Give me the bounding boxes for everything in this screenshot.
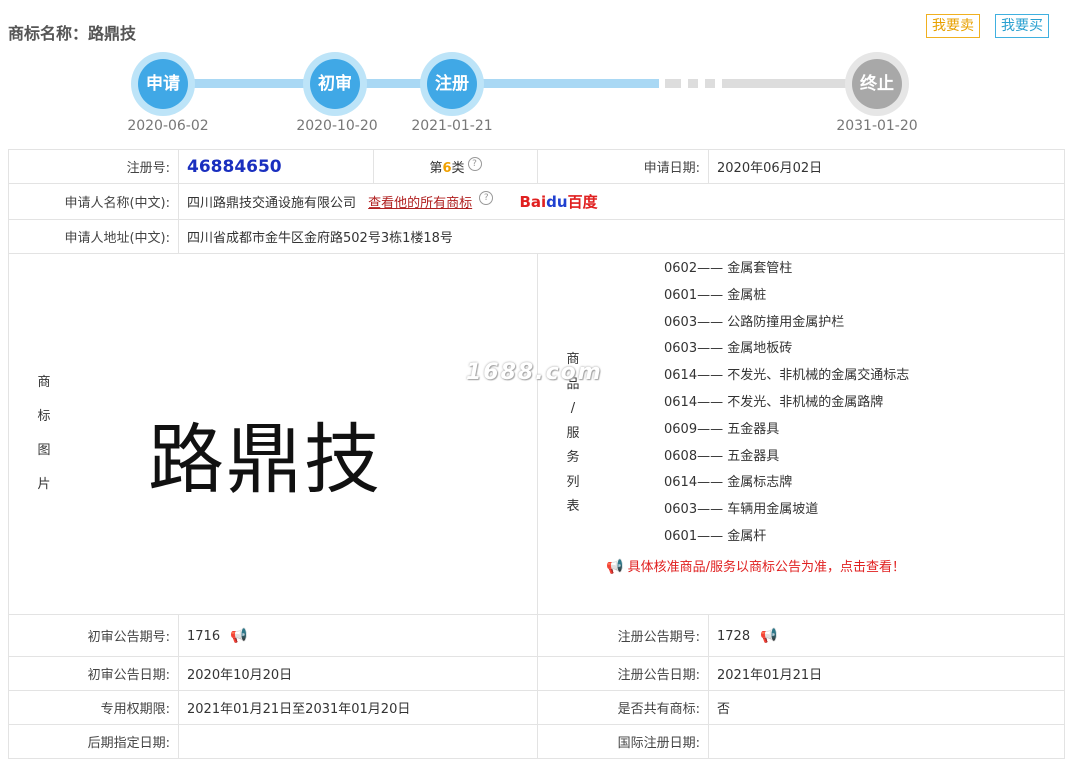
announcement-horn-icon[interactable]: 📢 [760, 628, 777, 644]
exclusive-period-value: 2021年01月21日至2031年01月20日 [178, 690, 538, 725]
prelim-date-value: 2020年10月20日 [178, 656, 538, 691]
timeline-node-prelim: 初审 [303, 52, 367, 116]
timeline-date: 2021-01-21 [411, 118, 493, 134]
list-item: 0614—— 金属标志牌 [664, 475, 793, 491]
timeline-date: 2031-01-20 [836, 118, 918, 134]
timeline-dash [705, 79, 715, 88]
reg-pub-no-label: 注册公告期号: [537, 614, 709, 657]
reg-no-label: 注册号: [8, 149, 179, 184]
watermark-text: 1688.com [466, 360, 603, 385]
sell-button[interactable]: 我要卖 [926, 14, 980, 38]
class-prefix: 第 [429, 161, 443, 176]
timeline-date: 2020-10-20 [296, 118, 378, 134]
goods-notice-text: 具体核准商品/服务以商标公告为准，点击查看！ [627, 560, 905, 575]
baidu-logo-cn: 百度 [567, 193, 598, 211]
class-number: 6 [442, 161, 452, 176]
mark-image-label: 商 标 图 片 [37, 375, 51, 492]
page-title: 商标名称：路鼎技 [8, 24, 137, 43]
applicant-value: 四川路鼎技交通设施有限公司 [187, 196, 357, 211]
trademark-image: 路鼎技 [148, 415, 382, 504]
all-marks-link[interactable]: 查看他的所有商标 [368, 196, 472, 211]
timeline-date: 2020-06-02 [127, 118, 209, 134]
baidu-paw-icon: du [546, 193, 568, 211]
class-suffix: 类 [451, 161, 465, 176]
help-icon[interactable]: ? [479, 191, 494, 205]
reg-pub-date-value: 2021年01月21日 [708, 656, 1065, 691]
address-label: 申请人地址(中文): [8, 219, 179, 254]
list-item: 0603—— 公路防撞用金属护栏 [664, 314, 845, 330]
timeline-node-end: 终止 [845, 52, 909, 116]
list-item: 0602—— 金属套管柱 [664, 261, 793, 276]
help-icon[interactable]: ? [467, 157, 482, 171]
reg-pub-no-value: 1728 [717, 628, 751, 644]
list-item: 0603—— 金属地板砖 [664, 341, 793, 357]
timeline-dash [688, 79, 698, 88]
list-item: 0601—— 金属杆 [664, 528, 767, 544]
list-item: 0603—— 车辆用金属坡道 [664, 502, 819, 518]
timeline-node-register: 注册 [420, 52, 484, 116]
prelim-date-label: 初审公告日期: [8, 656, 179, 691]
list-item: 0614—— 不发光、非机械的金属交通标志 [664, 368, 910, 384]
list-item: 0608—— 五金器具 [664, 448, 780, 464]
baidu-logo-text: Bai [519, 193, 547, 211]
apply-date-label: 申请日期: [537, 149, 709, 184]
timeline-node-apply: 申请 [131, 52, 195, 116]
list-item: 0601—— 金属桩 [664, 287, 767, 303]
shared-mark-value: 否 [708, 690, 1065, 725]
prelim-no-value: 1716 [187, 628, 221, 644]
apply-date-value: 2020年06月02日 [708, 149, 1065, 184]
goods-list: 0602—— 金属套管柱 0601—— 金属桩 0603—— 公路防撞用金属护栏… [664, 256, 909, 551]
applicant-label: 申请人名称(中文): [8, 183, 179, 220]
announcement-horn-icon: 📢 [606, 559, 624, 575]
reg-pub-date-label: 注册公告日期: [537, 656, 709, 691]
baidu-search-button[interactable]: Baidu百度 [519, 191, 597, 212]
goods-notice-link[interactable]: 📢 具体核准商品/服务以商标公告为准，点击查看！ [606, 556, 905, 575]
prelim-no-label: 初审公告期号: [8, 614, 179, 657]
timeline-progress-bar [163, 79, 659, 88]
shared-mark-label: 是否共有商标: [537, 690, 709, 725]
exclusive-period-label: 专用权期限: [8, 690, 179, 725]
list-item: 0609—— 五金器具 [664, 421, 780, 437]
buy-button[interactable]: 我要买 [995, 14, 1049, 38]
address-value: 四川省成都市金牛区金府路502号3栋1楼18号 [178, 219, 1065, 254]
announcement-horn-icon[interactable]: 📢 [230, 628, 247, 644]
list-item: 0614—— 不发光、非机械的金属路牌 [664, 394, 884, 410]
reg-no-value: 46884650 [187, 156, 282, 177]
timeline-dash [665, 79, 681, 88]
